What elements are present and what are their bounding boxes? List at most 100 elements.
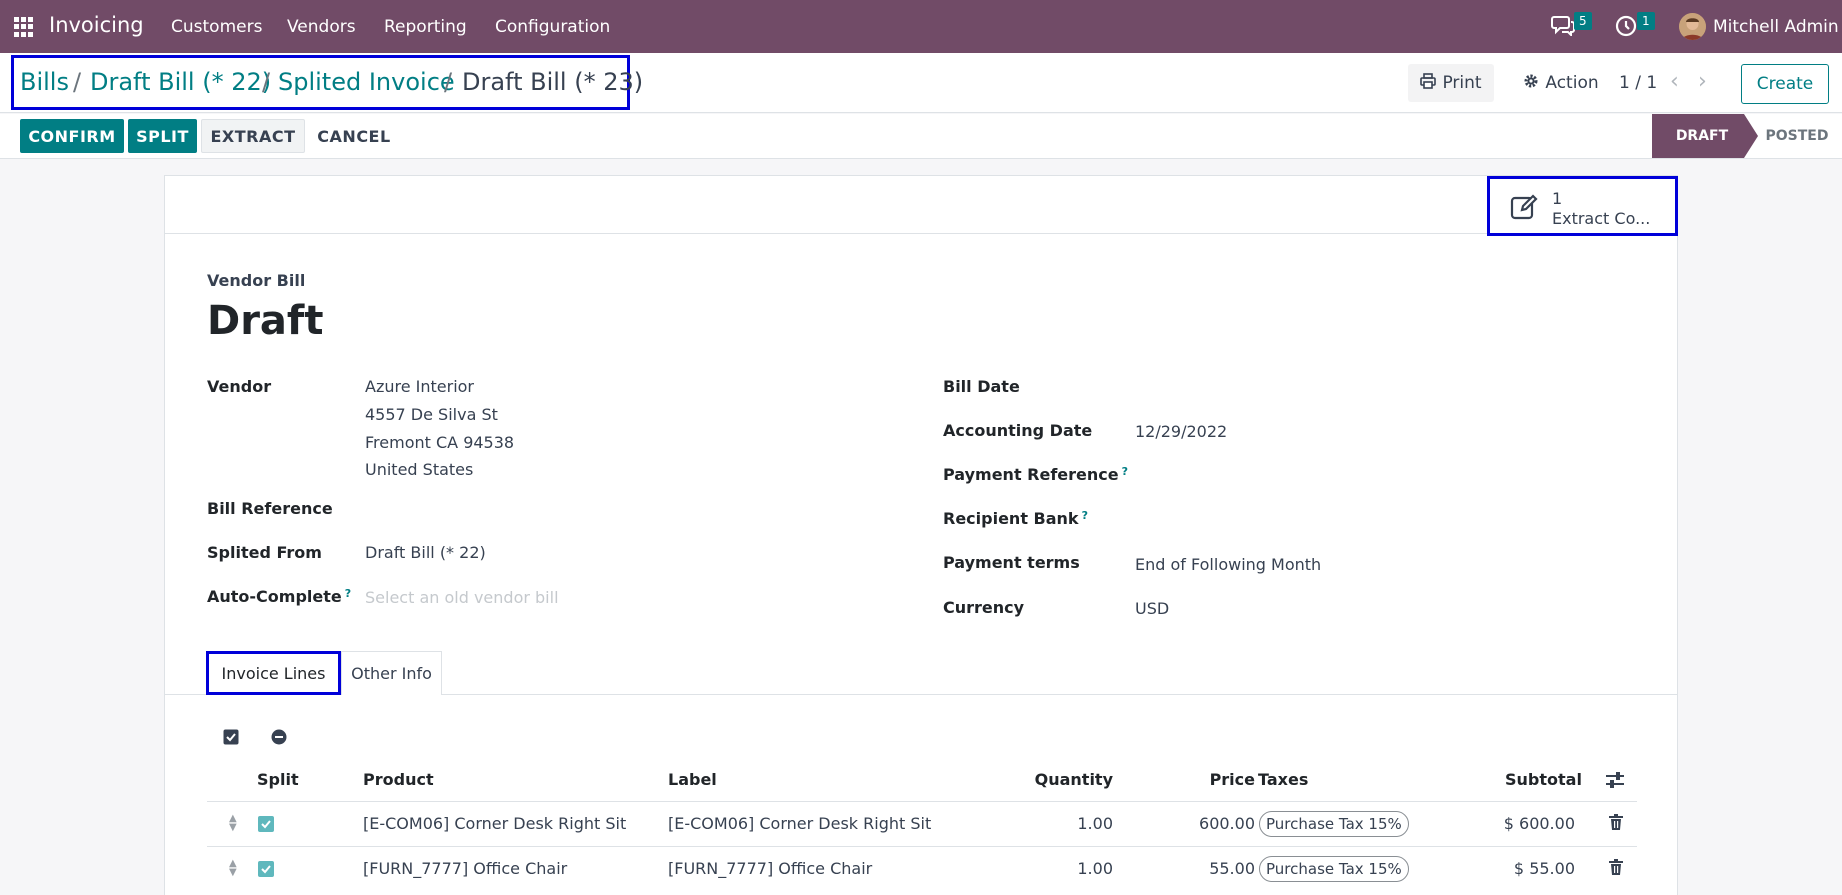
row-price[interactable]: 55.00 — [1175, 859, 1255, 878]
payment-terms-field[interactable]: End of Following Month — [1135, 555, 1321, 574]
confirm-button[interactable]: CONFIRM — [20, 119, 124, 153]
pager-previous-icon[interactable]: ‹ — [1670, 69, 1679, 94]
tab-invoice-lines[interactable]: Invoice Lines — [206, 651, 341, 695]
action-label: Action — [1545, 73, 1599, 93]
payment-terms-label: Payment terms — [943, 553, 1080, 572]
breadcrumb-separator: / — [262, 68, 271, 96]
drag-handle-icon[interactable]: ▲ ▼ — [229, 814, 237, 833]
app-name[interactable]: Invoicing — [49, 13, 144, 37]
user-avatar[interactable] — [1679, 13, 1706, 40]
pager-next-icon[interactable]: › — [1698, 69, 1707, 94]
currency-field[interactable]: USD — [1135, 599, 1169, 618]
menu-customers[interactable]: Customers — [171, 17, 262, 37]
breadcrumb-bills[interactable]: Bills — [20, 68, 69, 96]
smart-button-box — [165, 176, 1677, 234]
column-quantity[interactable]: Quantity — [1033, 770, 1113, 789]
breadcrumb-separator: / — [444, 68, 453, 96]
user-name[interactable]: Mitchell Admin — [1713, 17, 1839, 37]
accounting-date-field[interactable]: 12/29/2022 — [1135, 422, 1227, 441]
help-icon[interactable]: ? — [1122, 465, 1128, 478]
split-button[interactable]: SPLIT — [128, 119, 197, 153]
accounting-date-label: Accounting Date — [943, 421, 1093, 440]
row-quantity[interactable]: 1.00 — [1033, 859, 1113, 878]
document-type: Vendor Bill — [207, 271, 306, 290]
vendor-name[interactable]: Azure Interior — [365, 377, 474, 396]
pager-value[interactable]: 1 / 1 — [1619, 73, 1657, 93]
menu-configuration[interactable]: Configuration — [495, 17, 610, 37]
print-icon — [1420, 72, 1437, 94]
bill-date-label: Bill Date — [943, 377, 1020, 396]
trash-icon[interactable] — [1609, 814, 1623, 834]
menu-vendors[interactable]: Vendors — [287, 17, 356, 37]
column-split[interactable]: Split — [257, 770, 299, 789]
column-price[interactable]: Price — [1185, 770, 1255, 789]
form-sheet: 1 Extract Co... Vendor Bill Draft Vendor… — [164, 175, 1678, 895]
auto-complete-input[interactable]: Select an old vendor bill — [365, 588, 559, 607]
payment-reference-label: Payment Reference? — [943, 465, 1129, 484]
status-bar: CONFIRM SPLIT EXTRACT CANCEL DRAFT POSTE… — [0, 114, 1842, 159]
vendor-street: 4557 De Silva St — [365, 405, 498, 424]
row-label[interactable]: [FURN_7777] Office Chair — [668, 859, 872, 878]
optional-columns-sliders-icon[interactable] — [1606, 772, 1624, 792]
split-checkbox[interactable] — [258, 861, 274, 877]
stage-posted[interactable]: POSTED — [1762, 114, 1832, 158]
extract-smart-button[interactable]: 1 Extract Co... — [1487, 176, 1678, 236]
stage-draft: DRAFT — [1652, 114, 1744, 158]
drag-handle-icon[interactable]: ▲ ▼ — [229, 859, 237, 878]
pencil-square-icon — [1510, 193, 1540, 225]
trash-icon[interactable] — [1609, 859, 1623, 879]
currency-label: Currency — [943, 598, 1025, 617]
breadcrumb-splited-invoice[interactable]: Splited Invoice — [278, 68, 455, 96]
smart-button-count: 1 — [1552, 189, 1563, 208]
splited-from-value[interactable]: Draft Bill (* 22) — [365, 543, 486, 562]
apps-menu-icon[interactable] — [14, 17, 34, 37]
row-quantity[interactable]: 1.00 — [1033, 814, 1113, 833]
breadcrumb-separator: / — [73, 68, 82, 96]
table-row[interactable]: ▲ ▼ [FURN_7777] Office Chair [FURN_7777] … — [207, 846, 1637, 891]
row-label[interactable]: [E-COM06] Corner Desk Right Sit — [668, 814, 931, 833]
column-product[interactable]: Product — [363, 770, 434, 789]
column-taxes[interactable]: Taxes — [1258, 770, 1308, 789]
table-row[interactable]: ▲ ▼ [E-COM06] Corner Desk Right Sit [E-CO… — [207, 801, 1637, 846]
smart-button-label: Extract Co... — [1552, 209, 1651, 228]
vendor-city: Fremont CA 94538 — [365, 433, 515, 452]
column-label[interactable]: Label — [668, 770, 717, 789]
cancel-button[interactable]: CANCEL — [309, 119, 399, 153]
tab-other-info[interactable]: Other Info — [341, 651, 442, 695]
row-subtotal: $ 55.00 — [1513, 859, 1575, 878]
auto-complete-label: Auto-Complete? — [207, 587, 352, 606]
menu-reporting[interactable]: Reporting — [384, 17, 467, 37]
row-product[interactable]: [E-COM06] Corner Desk Right Sit — [363, 814, 626, 833]
split-checkbox[interactable] — [258, 816, 274, 832]
print-label: Print — [1442, 73, 1482, 93]
row-subtotal: $ 600.00 — [1503, 814, 1575, 833]
extract-button[interactable]: EXTRACT — [201, 119, 305, 153]
deselect-minus-icon[interactable] — [271, 729, 287, 749]
vendor-country: United States — [365, 460, 474, 479]
row-tax-badge: Purchase Tax 15% — [1259, 856, 1409, 882]
row-tax-badge: Purchase Tax 15% — [1259, 811, 1409, 837]
messages-badge: 5 — [1574, 12, 1592, 30]
control-panel: Bills / Draft Bill (* 22) / Splited Invo… — [0, 53, 1842, 113]
breadcrumb-current: Draft Bill (* 23) — [462, 68, 644, 96]
splited-from-label: Splited From — [207, 543, 322, 562]
select-all-checkbox-icon[interactable] — [223, 729, 239, 749]
activities-badge: 1 — [1637, 12, 1655, 30]
create-button[interactable]: Create — [1741, 64, 1829, 104]
page-title: Draft — [207, 298, 324, 344]
recipient-bank-label: Recipient Bank? — [943, 509, 1088, 528]
help-icon[interactable]: ? — [1082, 509, 1088, 522]
stage-arrow — [1744, 114, 1758, 158]
messages-icon[interactable] — [1551, 14, 1575, 40]
breadcrumb-draft-bill-22[interactable]: Draft Bill (* 22) — [90, 68, 271, 96]
print-button[interactable]: Print — [1408, 64, 1494, 102]
gear-icon — [1523, 73, 1539, 94]
activity-clock-icon[interactable] — [1615, 15, 1637, 41]
action-button[interactable]: Action — [1506, 64, 1616, 102]
row-price[interactable]: 600.00 — [1175, 814, 1255, 833]
help-icon[interactable]: ? — [345, 587, 351, 600]
vendor-label: Vendor — [207, 377, 272, 396]
row-product[interactable]: [FURN_7777] Office Chair — [363, 859, 567, 878]
column-subtotal[interactable]: Subtotal — [1505, 770, 1582, 789]
bill-reference-label: Bill Reference — [207, 499, 333, 518]
